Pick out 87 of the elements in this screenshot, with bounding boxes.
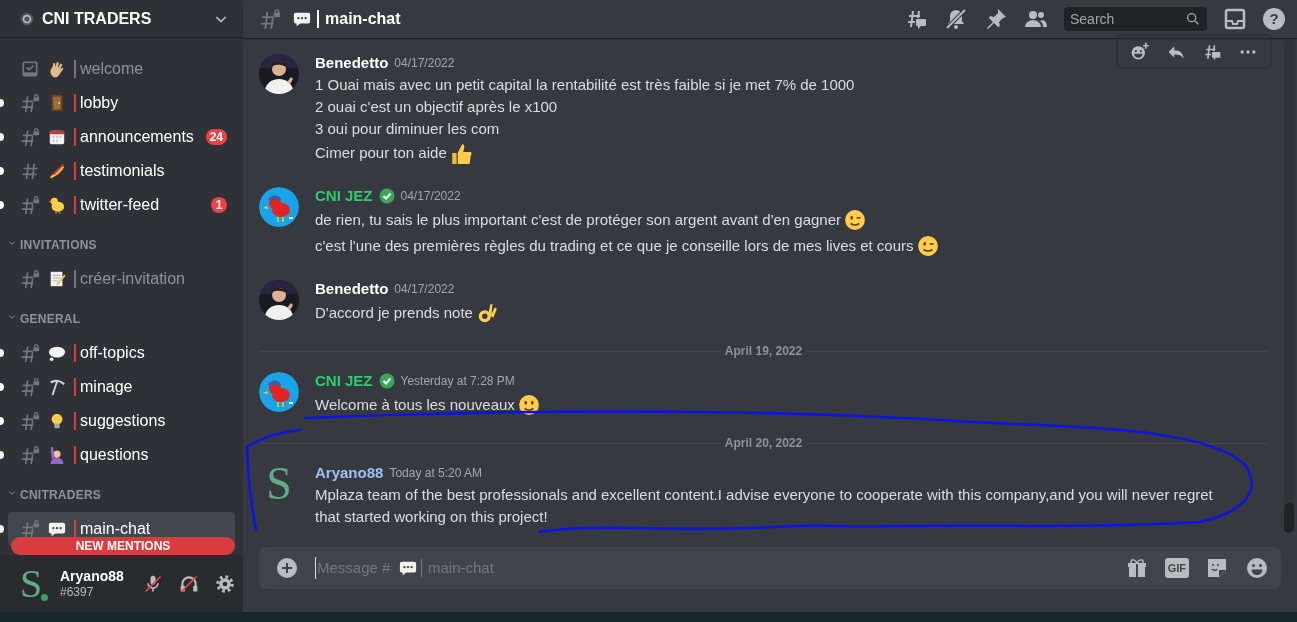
bird-avatar [259, 372, 299, 412]
author-name[interactable]: CNI JEZ [315, 185, 373, 207]
chick-icon [48, 196, 66, 214]
hash-icon [20, 161, 40, 181]
speech-bubble-icon [48, 520, 66, 538]
inbox-icon[interactable] [1223, 7, 1247, 31]
user-avatar: S [14, 564, 48, 603]
author-name[interactable]: Benedetto [315, 278, 389, 300]
channel-item[interactable]: announcements 24 [8, 120, 235, 154]
message-text: 3 oui pour diminuer les com [315, 119, 500, 139]
bird-avatar [259, 187, 299, 227]
author-name[interactable]: Benedetto [315, 52, 389, 74]
add-reaction-icon[interactable] [1130, 41, 1150, 62]
speech-bubble-icon [293, 10, 311, 28]
winking-face-icon [844, 209, 867, 231]
user-avatar: S [265, 464, 293, 504]
hash-lock-icon [20, 377, 40, 397]
timestamp: 04/17/2022 [394, 55, 455, 72]
message-text: Welcome à tous les nouveaux [315, 395, 515, 415]
pickaxe-icon [48, 378, 66, 396]
hash-lock-icon [20, 445, 40, 465]
speech-bubble-icon [399, 559, 417, 577]
date-divider-label: April 19, 2022 [723, 343, 804, 360]
settings-icon[interactable] [215, 573, 235, 594]
timestamp: 04/17/2022 [400, 188, 461, 205]
search-field[interactable]: Search [1064, 7, 1207, 31]
online-status-dot [39, 591, 50, 603]
channel-item[interactable]: minage [8, 370, 235, 404]
message-text: de rien, tu sais le plus important c'est de protéger son argent avant d'en gagner [315, 210, 842, 230]
channel-item[interactable]: testimonials [8, 154, 235, 188]
category-label[interactable]: GENERAL [20, 310, 81, 328]
pencil-icon [48, 162, 66, 180]
message-text: 2 ouai c'est un objectif après le x100 [315, 97, 558, 117]
channel-item[interactable]: welcome [8, 52, 235, 86]
calendar-icon [48, 128, 66, 146]
winking-face-icon [916, 235, 939, 257]
checkbox-icon [20, 59, 40, 79]
hash-lock-icon [20, 93, 40, 113]
smiling-face-icon [517, 394, 540, 416]
hash-lock-icon [20, 127, 40, 147]
author-name[interactable]: Aryano88 [315, 462, 384, 484]
scrollbar-thumb[interactable] [1284, 503, 1294, 533]
channel-item[interactable]: créer-invitation [8, 262, 235, 296]
gif-button[interactable]: GIF [1164, 558, 1189, 578]
new-mentions-toast[interactable]: NEW MENTIONS [11, 537, 235, 555]
emoji-icon[interactable] [1245, 556, 1269, 580]
hash-lock-icon [20, 411, 40, 431]
message-text: D'accord je prends note [315, 303, 473, 323]
hash-lock-icon [20, 269, 40, 289]
channel-title: main-chat [317, 10, 401, 28]
user-tag: #6397 [60, 584, 124, 600]
message-text: Mplaza team of the best professionals and excellent content.I advise everyone to cooperate with this company,and you will never regret that started working on this project! [315, 485, 1214, 527]
channel-item[interactable]: lobby [8, 86, 235, 120]
channel-item[interactable]: twitter-feed 1 [8, 188, 235, 222]
mention-badge: 1 [211, 197, 227, 213]
cloud-icon [48, 344, 66, 362]
category-label[interactable]: INVITATIONS [20, 236, 97, 254]
add-attachment-icon[interactable] [275, 556, 299, 580]
hash-lock-icon [20, 343, 40, 363]
hash-lock-icon [259, 8, 281, 30]
message-text: c'est l'une des premières règles du trading et ce que je conseille lors de mes lives et cours [315, 236, 914, 256]
server-badge-icon [20, 11, 34, 26]
date-divider-label: April 20, 2022 [723, 435, 804, 452]
thumbs-up-icon [449, 142, 472, 164]
muted-microphone-icon[interactable] [143, 573, 163, 594]
memo-icon [48, 270, 66, 288]
hash-lock-icon [20, 195, 40, 215]
timestamp: Yesterday at 7:28 PM [400, 373, 515, 390]
waving-hand-icon [48, 60, 66, 78]
sticker-icon[interactable] [1205, 556, 1229, 580]
category-label[interactable]: CNITRADERS [20, 486, 102, 504]
muted-bell-icon[interactable] [944, 7, 968, 31]
channel-item[interactable]: suggestions [8, 404, 235, 438]
author-name[interactable]: CNI JEZ [315, 370, 373, 392]
timestamp: Today at 5:20 AM [389, 465, 483, 482]
channel-item[interactable]: off-topics [8, 336, 235, 370]
mention-badge: 24 [205, 129, 227, 145]
raised-hand-figure-icon [48, 446, 66, 464]
message-text: 1 Ouai mais avec un petit capital la rentabilité est très faible si je met 7% de 1000 [315, 75, 855, 95]
help-button[interactable]: ? [1263, 8, 1285, 30]
channel-item[interactable]: questions [8, 438, 235, 472]
timestamp: 04/17/2022 [394, 281, 455, 298]
message-text: Cimer pour ton aide [315, 143, 447, 163]
hash-lock-icon [20, 519, 40, 539]
search-icon [1185, 11, 1201, 27]
muted-headphones-icon[interactable] [179, 573, 199, 594]
username: Aryano88 [60, 567, 124, 585]
